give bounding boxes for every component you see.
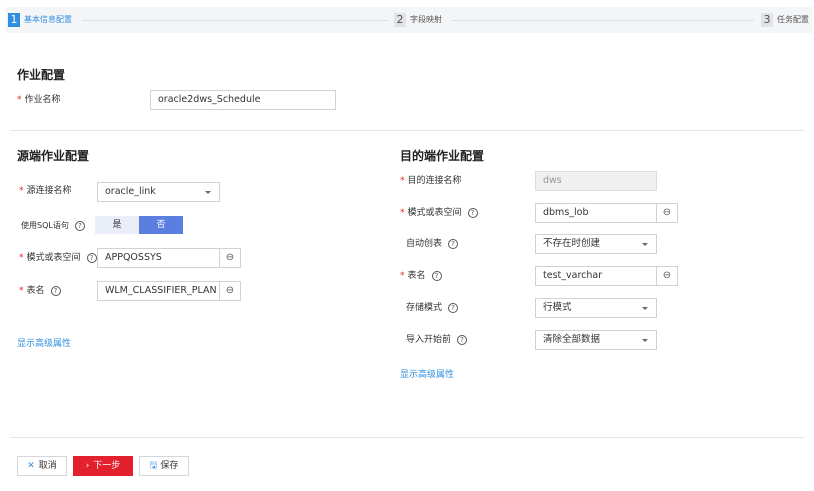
dest-config-title: 目的端作业配置 bbox=[400, 149, 485, 163]
step-1-label: 基本信息配置 bbox=[24, 15, 72, 24]
source-schema-input[interactable]: APPQOSSYS bbox=[97, 248, 220, 268]
source-advanced-link[interactable]: 显示高级属性 bbox=[17, 336, 71, 349]
help-icon[interactable]: ? bbox=[467, 208, 478, 218]
source-link-select[interactable]: oracle_link bbox=[97, 182, 220, 202]
auto-create-label: 自动创表? bbox=[406, 238, 459, 250]
storage-mode-select[interactable]: 行模式 bbox=[535, 298, 657, 318]
dest-table-input[interactable]: test_varchar bbox=[535, 266, 657, 286]
use-sql-no-toggle[interactable]: 否 bbox=[139, 216, 183, 234]
auto-create-select[interactable]: 不存在时创建 bbox=[535, 234, 657, 254]
source-table-label: * 表名? bbox=[19, 285, 61, 297]
step-connector bbox=[82, 20, 388, 21]
cancel-button[interactable]: ✕ 取消 bbox=[17, 456, 67, 476]
storage-mode-label: 存储模式? bbox=[406, 302, 459, 314]
help-icon[interactable]: ? bbox=[431, 271, 442, 281]
dest-schema-label: * 模式或表空间? bbox=[400, 207, 478, 219]
step-connector bbox=[452, 20, 754, 21]
save-button[interactable]: 🖫 保存 bbox=[139, 456, 189, 476]
save-icon: 🖫 bbox=[149, 461, 158, 471]
job-config-title: 作业配置 bbox=[17, 68, 66, 82]
next-step-button[interactable]: › 下一步 bbox=[73, 456, 133, 476]
before-import-label: 导入开始前? bbox=[406, 334, 468, 346]
step-3-number: 3 bbox=[761, 13, 773, 27]
divider bbox=[10, 130, 805, 131]
job-name-input[interactable]: oracle2dws_Schedule bbox=[150, 90, 336, 110]
clear-minus-icon[interactable]: ⊖ bbox=[656, 266, 678, 286]
chevron-down-icon bbox=[642, 243, 648, 246]
step-1-number: 1 bbox=[8, 13, 20, 27]
chevron-down-icon bbox=[642, 307, 648, 310]
step-2-number: 2 bbox=[394, 13, 406, 27]
help-icon[interactable]: ? bbox=[50, 286, 61, 296]
chevron-down-icon bbox=[642, 339, 648, 342]
help-icon[interactable]: ? bbox=[457, 335, 468, 345]
help-icon[interactable]: ? bbox=[86, 253, 97, 263]
clear-minus-icon[interactable]: ⊖ bbox=[656, 203, 678, 223]
before-import-select[interactable]: 清除全部数据 bbox=[535, 330, 657, 350]
close-icon: ✕ bbox=[27, 461, 35, 471]
clear-minus-icon[interactable]: ⊖ bbox=[219, 248, 241, 268]
use-sql-yes-toggle[interactable]: 是 bbox=[95, 216, 139, 234]
help-icon[interactable]: ? bbox=[74, 221, 85, 231]
source-table-input[interactable]: WLM_CLASSIFIER_PLAN bbox=[97, 281, 220, 301]
divider bbox=[10, 437, 805, 438]
clear-minus-icon[interactable]: ⊖ bbox=[219, 281, 241, 301]
step-2-label: 字段映射 bbox=[410, 15, 442, 24]
source-link-label: * 源连接名称 bbox=[19, 186, 72, 196]
step-3-label: 任务配置 bbox=[777, 15, 809, 24]
use-sql-label: 使用SQL语句? bbox=[21, 220, 85, 232]
dest-link-label: * 目的连接名称 bbox=[400, 176, 462, 186]
dest-table-label: * 表名? bbox=[400, 270, 442, 282]
job-name-label: * 作业名称 bbox=[17, 95, 61, 105]
step-bar: 1 基本信息配置 2 字段映射 3 任务配置 bbox=[6, 7, 812, 33]
dest-schema-input[interactable]: dbms_lob bbox=[535, 203, 657, 223]
dest-advanced-link[interactable]: 显示高级属性 bbox=[400, 367, 454, 380]
chevron-right-icon: › bbox=[85, 461, 90, 471]
dest-link-input: dws bbox=[535, 171, 657, 191]
chevron-down-icon bbox=[205, 191, 211, 194]
source-config-title: 源端作业配置 bbox=[17, 149, 90, 163]
source-schema-label: * 模式或表空间? bbox=[19, 252, 97, 264]
help-icon[interactable]: ? bbox=[448, 303, 459, 313]
help-icon[interactable]: ? bbox=[448, 239, 459, 249]
